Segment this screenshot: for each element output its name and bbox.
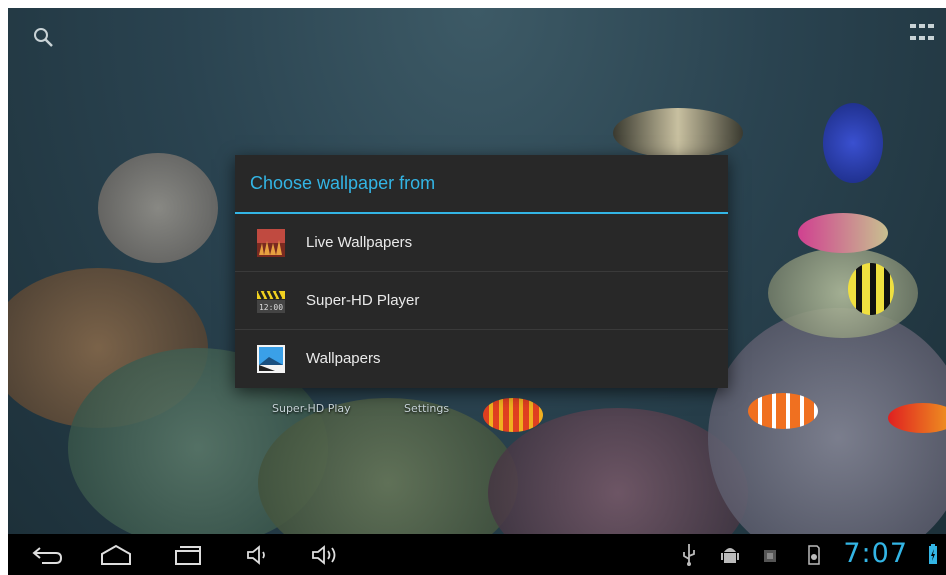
dialog-item-live-wallpapers[interactable]: Live Wallpapers	[235, 214, 728, 272]
volume-down-icon[interactable]	[246, 542, 270, 568]
search-icon[interactable]	[32, 26, 54, 48]
recent-apps-icon[interactable]	[170, 542, 206, 568]
notification-icon	[764, 550, 776, 562]
home-screen: Super-HD Play Settings Choose wallpaper …	[8, 8, 946, 575]
dialog-item-label: Wallpapers	[306, 350, 381, 367]
workspace-shortcut-settings[interactable]: Settings	[404, 402, 449, 415]
dialog-title: Choose wallpaper from	[235, 155, 728, 214]
dialog-item-super-hd-player[interactable]: 12:00 Super-HD Player	[235, 272, 728, 330]
dialog-item-wallpapers[interactable]: Wallpapers	[235, 330, 728, 387]
sd-card-icon	[808, 545, 820, 565]
status-clock: 7:07	[843, 538, 908, 569]
dialog-item-label: Super-HD Player	[306, 292, 420, 309]
super-hd-player-icon: 12:00	[257, 289, 285, 313]
system-navigation-bar: 7:07	[8, 534, 946, 575]
dialog-item-label: Live Wallpapers	[306, 234, 413, 251]
live-wallpapers-icon	[257, 228, 285, 257]
volume-up-icon[interactable]	[311, 542, 343, 568]
wallpapers-icon	[257, 344, 285, 373]
workspace-shortcut-super-hd-play[interactable]: Super-HD Play	[272, 402, 351, 415]
choose-wallpaper-dialog: Choose wallpaper from Live Wallpapers 12…	[235, 155, 728, 388]
usb-icon	[683, 544, 695, 566]
home-icon[interactable]	[98, 542, 134, 568]
svg-text:12:00: 12:00	[259, 303, 283, 312]
all-apps-icon[interactable]	[910, 24, 934, 44]
back-icon[interactable]	[30, 542, 64, 568]
battery-charging-icon	[929, 544, 937, 564]
android-debug-icon	[721, 548, 739, 563]
